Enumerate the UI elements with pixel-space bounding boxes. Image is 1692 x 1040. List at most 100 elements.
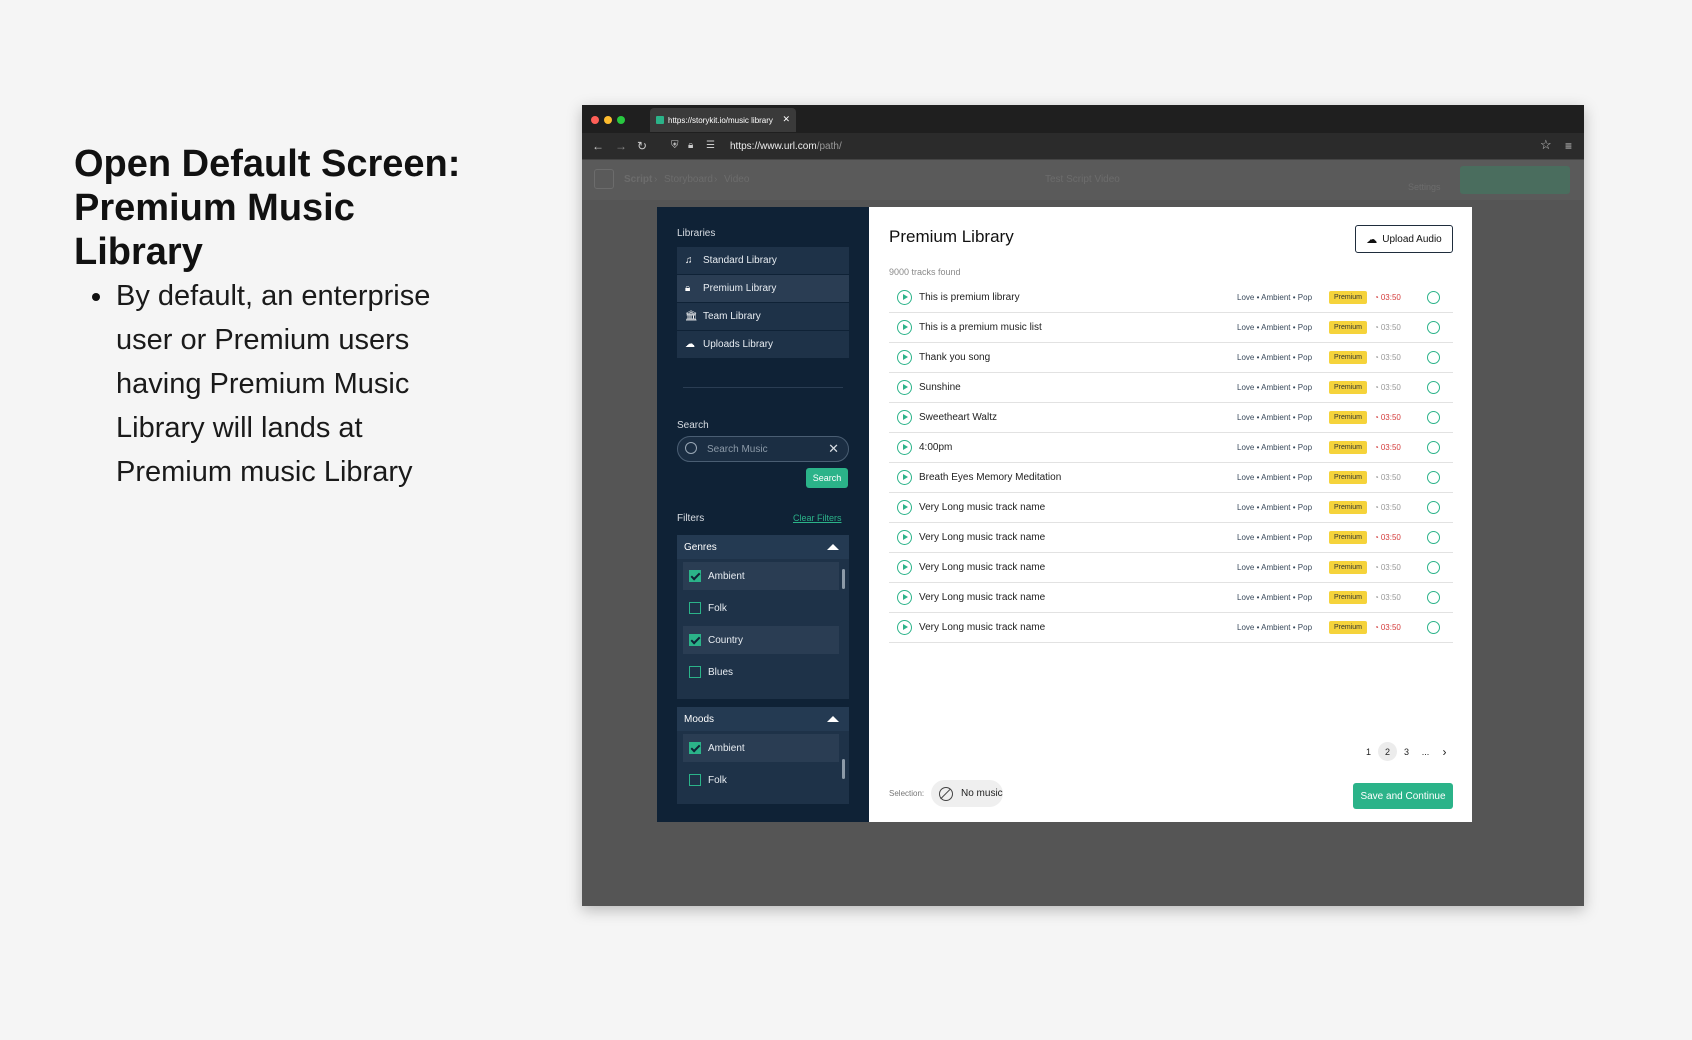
premium-badge: Premium [1329,441,1367,454]
play-icon[interactable] [897,590,912,605]
clock-icon: ◔ [1374,383,1379,392]
play-icon[interactable] [897,320,912,335]
clear-filters-link[interactable]: Clear Filters [793,513,842,523]
track-name: Very Long music track name [919,622,1046,633]
track-row[interactable]: This is a premium music list Love • Ambie… [889,313,1453,343]
track-tags: Love • Ambient • Pop [1237,413,1313,422]
track-row[interactable]: Very Long music track name Love • Ambient… [889,523,1453,553]
library-item-team[interactable]: 🏛︎ Team Library [677,303,849,331]
play-icon[interactable] [897,620,912,635]
page-title: Premium Library [889,227,1014,246]
library-item-uploads[interactable]: ☁ Uploads Library [677,331,849,359]
play-icon[interactable] [897,440,912,455]
track-row[interactable]: Sunshine Love • Ambient • Pop Premium ◔ 03:5… [889,373,1453,403]
page-1[interactable]: 1 [1359,742,1378,761]
tab-close-icon[interactable]: ✕ [782,114,790,125]
select-radio[interactable] [1427,501,1440,514]
page-3[interactable]: 3 [1397,742,1416,761]
select-radio[interactable] [1427,591,1440,604]
play-icon[interactable] [897,560,912,575]
library-item-standard[interactable]: ♫ Standard Library [677,247,849,275]
upload-audio-button[interactable]: ☁ Upload Audio [1355,225,1453,253]
collapse-triangle-icon[interactable] [827,544,839,550]
select-radio[interactable] [1427,441,1440,454]
library-item-premium[interactable]: 🔒︎ Premium Library [677,275,849,303]
duration-value: 03:50 [1380,293,1401,302]
settings-sliders-icon[interactable]: ☰ [706,140,715,151]
moods-header[interactable]: Moods [677,707,849,731]
genres-header[interactable]: Genres [677,535,849,559]
select-radio[interactable] [1427,471,1440,484]
track-row[interactable]: Very Long music track name Love • Ambient… [889,553,1453,583]
select-radio[interactable] [1427,381,1440,394]
tag-ambient: Ambient [1261,623,1291,632]
play-icon[interactable] [897,350,912,365]
play-icon[interactable] [897,500,912,515]
no-music-chip[interactable]: No music [931,780,1003,807]
select-radio[interactable] [1427,531,1440,544]
upload-audio-label: Upload Audio [1382,233,1442,245]
menu-hamburger-icon[interactable]: ≡ [1565,139,1572,153]
duration-value: 03:50 [1380,593,1401,602]
next-page-chevron-icon[interactable]: › [1435,742,1454,761]
checkbox-unchecked-icon[interactable] [689,774,701,786]
genre-option-country[interactable]: Country [683,626,839,654]
premium-badge: Premium [1329,501,1367,514]
track-row[interactable]: This is premium library Love • Ambient • … [889,283,1453,313]
browser-tab[interactable]: https://storykit.io/music library ✕ [650,108,796,132]
track-row[interactable]: Sweetheart Waltz Love • Ambient • Pop Prem… [889,403,1453,433]
checkbox-unchecked-icon[interactable] [689,602,701,614]
collapse-triangle-icon[interactable] [827,716,839,722]
page-2[interactable]: 2 [1378,742,1397,761]
checkbox-checked-icon[interactable] [689,570,701,582]
heading-line-1: Open Default Screen: [74,143,461,185]
track-row[interactable]: Breath Eyes Memory Meditation Love • Ambi… [889,463,1453,493]
mood-option-ambient[interactable]: Ambient [683,734,839,762]
track-row[interactable]: Very Long music track name Love • Ambient… [889,613,1453,643]
search-button[interactable]: Search [806,468,848,488]
checkbox-checked-icon[interactable] [689,634,701,646]
play-icon[interactable] [897,530,912,545]
select-radio[interactable] [1427,621,1440,634]
track-row[interactable]: Very Long music track name Love • Ambient… [889,583,1453,613]
back-arrow-icon[interactable]: ← [592,139,604,153]
play-icon[interactable] [897,380,912,395]
save-and-continue-button[interactable]: Save and Continue [1353,783,1453,809]
library-item-label: Team Library [703,311,761,322]
track-row[interactable]: 4:00pm Love • Ambient • Pop Premium ◔ 03:50 [889,433,1453,463]
moods-scrollbar[interactable] [842,759,845,779]
play-icon[interactable] [897,470,912,485]
track-row[interactable]: Very Long music track name Love • Ambient… [889,493,1453,523]
tag-love: Love [1237,623,1255,632]
play-icon[interactable] [897,410,912,425]
duration-value: 03:50 [1380,563,1401,572]
select-radio[interactable] [1427,411,1440,424]
clear-search-icon[interactable]: ✕ [828,441,839,457]
url-text[interactable]: https://www.url.com/path/ [730,141,842,152]
search-input[interactable]: Search Music ✕ [677,436,849,462]
minimize-window-dot[interactable] [604,116,612,124]
star-bookmark-icon[interactable]: ☆ [1540,137,1552,153]
genre-option-folk[interactable]: Folk [683,594,839,622]
checkbox-checked-icon[interactable] [689,742,701,754]
clock-icon: ◔ [1374,503,1379,512]
play-icon[interactable] [897,290,912,305]
library-list: ♫ Standard Library 🔒︎ Premium Library 🏛︎ Te… [677,247,849,359]
genre-option-ambient[interactable]: Ambient [683,562,839,590]
select-radio[interactable] [1427,561,1440,574]
genre-option-label: Folk [708,602,727,614]
checkbox-unchecked-icon[interactable] [689,666,701,678]
select-radio[interactable] [1427,321,1440,334]
reload-icon[interactable]: ↻ [637,139,647,153]
forward-arrow-icon[interactable]: → [615,139,627,153]
track-row[interactable]: Thank you song Love • Ambient • Pop Premiu… [889,343,1453,373]
mood-option-folk[interactable]: Folk [683,766,839,794]
breadcrumb-video: Video [724,174,750,185]
maximize-window-dot[interactable] [617,116,625,124]
select-radio[interactable] [1427,291,1440,304]
close-window-dot[interactable] [591,116,599,124]
genre-option-blues[interactable]: Blues [683,658,839,686]
genres-scrollbar[interactable] [842,569,845,589]
select-radio[interactable] [1427,351,1440,364]
tag-pop: Pop [1297,623,1313,632]
